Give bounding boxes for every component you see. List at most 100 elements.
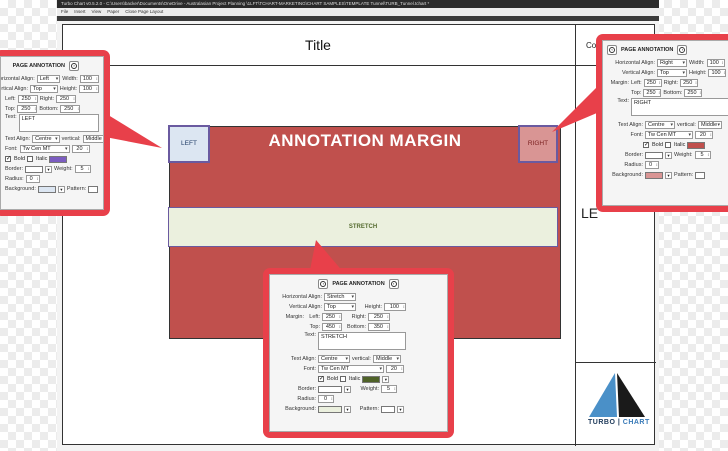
h-align-label: Horizontal Align: (282, 294, 322, 300)
font-select[interactable]: Tw Cen MT (19, 145, 70, 153)
text-align-select[interactable]: Centre (32, 135, 60, 143)
next-annotation-button[interactable]: › (388, 279, 399, 289)
arrow-left-icon: ‹ (320, 281, 327, 287)
background-dropdown[interactable]: ▾ (57, 185, 65, 193)
company-text[interactable]: Co (586, 41, 596, 50)
margin-label: Margin: (610, 80, 629, 86)
bottom-margin-input[interactable]: 250 (60, 105, 81, 113)
border-color-swatch[interactable] (318, 385, 342, 393)
text-color-swatch[interactable] (687, 141, 706, 149)
top-margin-label: Top: (5, 106, 16, 112)
background-label: Background: (285, 406, 316, 412)
chart-title[interactable]: ANNOTATION MARGIN (170, 131, 560, 151)
bottom-margin-input[interactable]: 350 (368, 323, 390, 331)
italic-checkbox[interactable] (340, 376, 347, 382)
font-size-input[interactable]: 20 (386, 365, 404, 373)
h-align-select[interactable]: Stretch (324, 293, 356, 301)
page-title[interactable]: Title (63, 37, 573, 53)
menu-close-page-layout[interactable]: Close Page Layout (125, 8, 163, 16)
left-margin-input[interactable]: 250 (17, 95, 38, 103)
bold-checkbox[interactable] (5, 155, 11, 162)
border-dropdown[interactable]: ▾ (344, 385, 351, 393)
annotation-text-input[interactable]: RIGHT (631, 98, 728, 116)
height-input[interactable]: 100 (708, 69, 727, 77)
text-align-select[interactable]: Centre (645, 121, 675, 129)
top-margin-input[interactable]: 250 (643, 89, 662, 97)
font-size-input[interactable]: 20 (71, 145, 90, 153)
menu-insert[interactable]: Insert (74, 8, 85, 16)
bottom-margin-input[interactable]: 250 (684, 89, 703, 97)
pattern-dropdown[interactable]: ▾ (397, 405, 404, 413)
background-dropdown[interactable]: ▾ (665, 171, 672, 179)
v-align-select[interactable]: Top (324, 303, 356, 311)
bold-checkbox[interactable] (318, 375, 324, 382)
v-align-select[interactable]: Top (30, 85, 58, 93)
weight-input[interactable]: 5 (74, 165, 91, 173)
menu-paper[interactable]: Paper (107, 8, 119, 16)
weight-input[interactable]: 5 (381, 385, 397, 393)
toolbar-strip (57, 16, 659, 21)
weight-label: Weight: (674, 152, 693, 158)
pattern-select[interactable] (695, 171, 706, 179)
text-color-dropdown[interactable]: ▾ (382, 375, 390, 383)
font-select[interactable]: Tw Cen MT (318, 365, 384, 373)
vertical-select[interactable]: Middle (82, 135, 103, 143)
menu-file[interactable]: File (61, 8, 68, 16)
right-margin-input[interactable]: 250 (56, 95, 77, 103)
pattern-select[interactable] (381, 405, 395, 413)
pattern-select[interactable] (88, 185, 99, 193)
annotation-text-input[interactable]: STRETCH (318, 332, 406, 350)
vertical-select[interactable]: Middle (372, 355, 401, 363)
text-align-label: Text Align: (290, 356, 316, 362)
prev-annotation-button[interactable]: ‹ (607, 45, 617, 55)
vertical-select[interactable]: Middle (697, 121, 722, 129)
background-color-swatch[interactable] (318, 405, 342, 413)
v-align-select[interactable]: Top (657, 69, 687, 77)
left-margin-input[interactable]: 250 (322, 313, 342, 321)
height-input[interactable]: 100 (79, 85, 99, 93)
background-color-swatch[interactable] (645, 171, 663, 179)
radius-input[interactable]: 0 (25, 175, 40, 183)
weight-input[interactable]: 5 (694, 151, 711, 159)
top-margin-input[interactable]: 450 (322, 323, 342, 331)
font-select[interactable]: Tw Cen MT (645, 131, 693, 139)
width-input[interactable]: 100 (706, 59, 725, 67)
logo-separator: | (617, 419, 621, 426)
italic-checkbox[interactable] (27, 156, 34, 162)
height-input[interactable]: 100 (384, 303, 406, 311)
italic-checkbox[interactable] (665, 142, 672, 148)
border-color-swatch[interactable] (645, 151, 663, 159)
italic-label: Italic (36, 156, 48, 162)
right-margin-input[interactable]: 250 (368, 313, 390, 321)
left-annotation[interactable]: LEFT (168, 125, 210, 163)
next-annotation-button[interactable]: › (677, 45, 688, 55)
width-input[interactable]: 100 (79, 75, 99, 83)
background-dropdown[interactable]: ▾ (344, 405, 351, 413)
border-color-swatch[interactable] (25, 165, 44, 173)
next-annotation-button[interactable]: › (69, 61, 79, 71)
h-align-label: Horizontal Align: (1, 76, 35, 82)
top-margin-label: Top: (631, 90, 642, 96)
annotation-text-input[interactable]: LEFT (18, 114, 99, 132)
bottom-margin-label: Bottom: (39, 106, 59, 112)
right-margin-input[interactable]: 250 (680, 79, 699, 87)
text-color-swatch[interactable] (362, 375, 381, 383)
bottom-margin-label: Bottom: (347, 324, 366, 330)
menu-view[interactable]: View (92, 8, 102, 16)
bold-checkbox[interactable] (643, 141, 649, 148)
background-color-swatch[interactable] (37, 185, 56, 193)
left-margin-input[interactable]: 250 (643, 79, 662, 87)
top-margin-input[interactable]: 250 (17, 105, 38, 113)
border-dropdown[interactable]: ▾ (45, 165, 53, 173)
h-align-select[interactable]: Right (657, 59, 687, 67)
text-color-swatch[interactable] (49, 155, 68, 163)
font-size-input[interactable]: 20 (695, 131, 713, 139)
border-dropdown[interactable]: ▾ (665, 151, 672, 159)
radius-input[interactable]: 0 (318, 395, 334, 403)
stretch-annotation[interactable]: STRETCH (168, 207, 558, 247)
radius-input[interactable]: 0 (645, 161, 659, 169)
text-align-select[interactable]: Centre (318, 355, 350, 363)
radius-label: Radius: (624, 162, 643, 168)
prev-annotation-button[interactable]: ‹ (318, 279, 329, 289)
h-align-select[interactable]: Left (36, 75, 61, 83)
